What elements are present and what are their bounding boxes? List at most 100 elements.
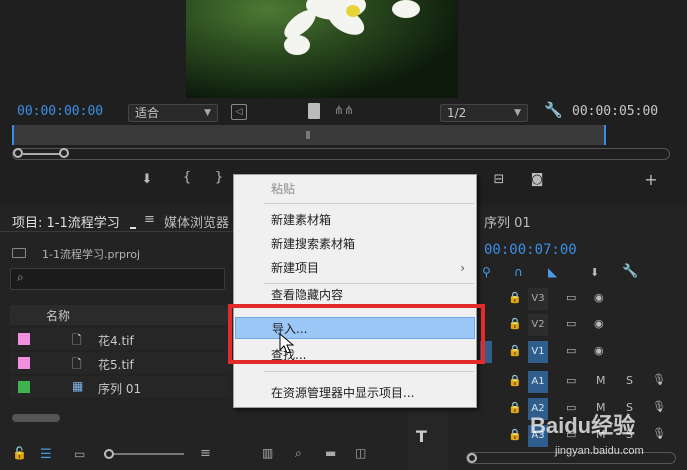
microphone-icon[interactable]: 🎙 (652, 373, 666, 386)
image-file-icon: 🗋 (72, 357, 82, 371)
type-tool-icon[interactable]: T (416, 427, 427, 446)
label-color-swatch (18, 333, 30, 345)
track-label[interactable]: A1 (528, 371, 548, 393)
zoom-slider-knob[interactable] (104, 449, 114, 459)
lock-icon[interactable]: 🔒 (508, 344, 522, 357)
column-name-label: 名称 (46, 309, 71, 323)
filmstrip-icon[interactable] (308, 103, 320, 119)
image-file-icon: 🗋 (72, 333, 82, 347)
camera-icon[interactable]: ◙ (528, 172, 546, 187)
project-folder-icon (12, 248, 26, 258)
item-name: 花5.tif (98, 358, 134, 372)
microphone-icon[interactable]: 🎙 (652, 427, 666, 440)
linked-selection-icon[interactable]: ◣ (548, 265, 557, 279)
audio-waveform-icon[interactable]: ⋔⋔ (334, 103, 354, 117)
list-view-icon[interactable]: ☰ (40, 447, 52, 462)
settings-toggle-icon[interactable]: ◁ (231, 104, 247, 120)
zoom-slider-track[interactable] (104, 453, 184, 455)
context-menu: 粘贴 新建素材箱 新建搜索素材箱 新建项目 › 查看隐藏内容 导入... 查找..… (233, 174, 477, 408)
wrench-icon[interactable]: 🔧 (544, 101, 563, 119)
lock-icon[interactable]: 🔒 (508, 317, 522, 330)
video-preview (186, 0, 458, 98)
lock-icon[interactable]: 🔒 (508, 401, 522, 414)
lock-icon[interactable]: 🔒 (508, 374, 522, 387)
solo-button[interactable]: S (626, 374, 633, 387)
track-label[interactable]: V1 (528, 341, 548, 363)
icon-view-icon[interactable]: ▭ (74, 447, 85, 461)
menu-item-view-hidden[interactable]: 查看隐藏内容 (235, 288, 475, 302)
playhead[interactable] (12, 125, 14, 145)
menu-item-new-search-bin[interactable]: 新建搜索素材箱 (235, 233, 475, 255)
export-frame-icon[interactable]: ⊟ (490, 172, 508, 187)
time-ruler[interactable] (12, 125, 606, 145)
menu-item-paste[interactable]: 粘贴 (235, 178, 475, 200)
new-item-icon[interactable]: ◫ (355, 446, 366, 460)
new-bin-icon[interactable]: ▬ (325, 446, 336, 460)
sync-lock-icon[interactable]: ▭ (566, 344, 576, 357)
menu-item-new-item[interactable]: 新建项目 › (235, 257, 475, 279)
microphone-icon[interactable]: 🎙 (652, 400, 666, 413)
resolution-dropdown[interactable]: 1/2 ▼ (440, 104, 528, 122)
find-icon[interactable]: ⌕ (295, 446, 302, 461)
tab-underline (130, 227, 136, 229)
add-marker-icon[interactable]: ⬇ (590, 266, 599, 279)
sync-lock-icon[interactable]: ▭ (566, 291, 576, 304)
track-label[interactable]: V3 (528, 288, 548, 310)
mark-out-icon[interactable]: } (210, 170, 228, 185)
add-button-icon[interactable]: + (642, 170, 660, 189)
track-label[interactable]: V2 (528, 314, 548, 336)
marker-icon[interactable]: ⬇ (138, 172, 156, 187)
sort-icon[interactable]: ≡ (200, 446, 211, 461)
sync-lock-icon[interactable]: ▭ (566, 374, 576, 387)
snap-icon[interactable]: ∩ (514, 265, 523, 279)
zoom-bar[interactable] (23, 153, 63, 155)
watermark-url: jingyan.baidu.com (555, 445, 644, 457)
zoom-scrollbar[interactable] (12, 148, 670, 160)
track-a1[interactable]: 🔒 A1 ▭ M S 🎙 (480, 369, 687, 395)
tab-sequence[interactable]: 序列 01 (484, 212, 531, 231)
search-input[interactable]: ⌕ (10, 268, 225, 290)
sequence-icon: ▦ (72, 379, 84, 393)
automate-icon[interactable]: ▥ (262, 446, 273, 460)
item-name: 序列 01 (98, 382, 142, 396)
sync-lock-icon[interactable]: ▭ (566, 317, 576, 330)
lock-icon[interactable]: 🔒 (508, 428, 522, 441)
search-icon: ⌕ (17, 270, 24, 284)
duration-timecode: 00:00:05:00 (572, 104, 659, 119)
eye-icon[interactable]: ◉ (594, 291, 604, 304)
list-item[interactable]: 🗋 花4.tif (10, 328, 242, 350)
zoom-handle-left[interactable] (13, 148, 23, 158)
zoom-handle-right[interactable] (59, 148, 69, 158)
item-name: 花4.tif (98, 334, 134, 348)
ruler-marker (306, 131, 310, 139)
timeline-timecode[interactable]: 00:00:07:00 (484, 242, 577, 258)
timeline-settings-icon[interactable]: 🔧 (622, 264, 638, 279)
tab-media-browser[interactable]: 媒体浏览器 (164, 212, 229, 231)
out-point-marker (604, 125, 606, 145)
eye-icon[interactable]: ◉ (594, 344, 604, 357)
list-item[interactable]: 🗋 花5.tif (10, 352, 242, 374)
tab-project[interactable]: 项目: 1-1流程学习 (12, 212, 120, 231)
column-header[interactable]: 名称 (10, 305, 242, 325)
watermark-logo: Baidu经验 (530, 413, 636, 438)
horizontal-scrollbar[interactable] (12, 414, 60, 422)
eye-icon[interactable]: ◉ (594, 317, 604, 330)
lock-icon[interactable]: 🔓 (12, 446, 27, 460)
mark-in-icon[interactable]: { (178, 170, 196, 185)
tab-menu-icon[interactable]: ≡ (144, 212, 155, 227)
nest-icon[interactable]: ⚲ (482, 265, 491, 279)
timeline-scroll-handle[interactable] (467, 453, 477, 463)
track-v3[interactable]: 🔒 V3 ▭ ◉ (480, 286, 687, 312)
chevron-down-icon: ▼ (514, 108, 521, 118)
list-item[interactable]: ▦ 序列 01 (10, 376, 242, 398)
current-timecode[interactable]: 00:00:00:00 (17, 104, 103, 119)
menu-item-reveal-in-explorer[interactable]: 在资源管理器中显示项目... (235, 382, 475, 404)
project-filename: 1-1流程学习.prproj (42, 248, 141, 261)
menu-item-new-bin[interactable]: 新建素材箱 (235, 209, 475, 231)
menu-separator (264, 203, 474, 204)
fit-dropdown[interactable]: 适合 ▼ (128, 104, 218, 122)
lock-icon[interactable]: 🔒 (508, 291, 522, 304)
mute-button[interactable]: M (596, 374, 606, 387)
track-v1[interactable]: 🔒 V1 ▭ ◉ (480, 339, 687, 365)
track-v2[interactable]: 🔒 V2 ▭ ◉ (480, 312, 687, 338)
